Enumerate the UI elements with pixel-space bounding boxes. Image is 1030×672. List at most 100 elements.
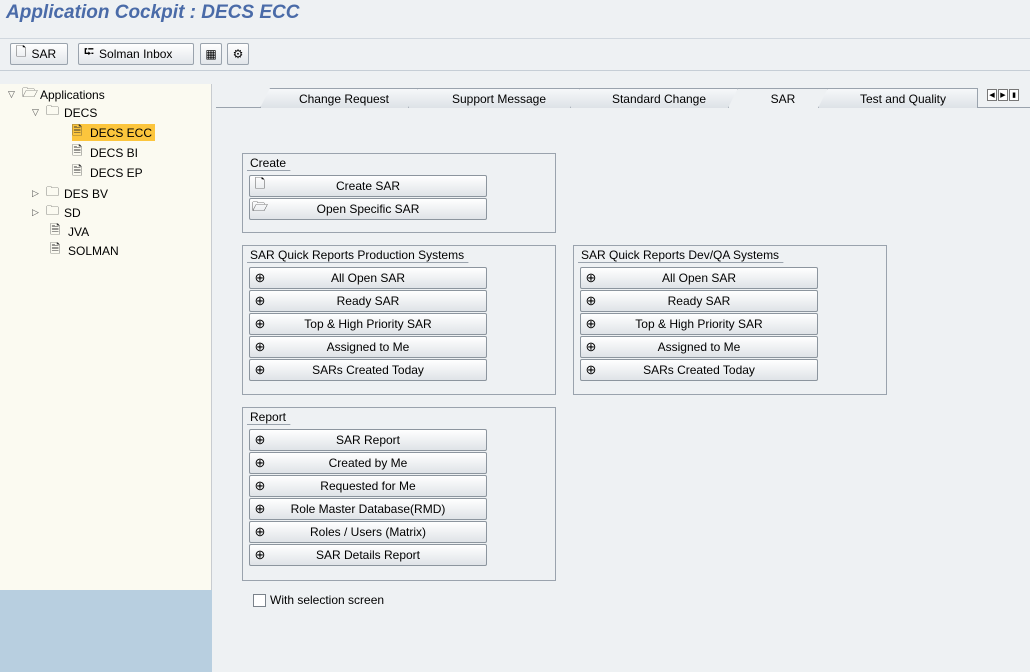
sar-report-button[interactable]: ⊕ SAR Report — [249, 429, 487, 451]
execute-icon: ⊕ — [254, 293, 266, 308]
tree-node-decs[interactable]: ▽ 🗀 DECS — [32, 102, 98, 121]
tree-node-decs-ep[interactable]: 🗎 DECS EP — [72, 162, 143, 181]
tree-node-label: SOLMAN — [68, 243, 119, 258]
collapse-toggle-icon[interactable]: ▷ — [32, 207, 46, 218]
group-title: SAR Quick Reports Production Systems — [247, 247, 478, 263]
tree-node-jva[interactable]: 🗎 JVA — [50, 222, 90, 240]
solman-inbox-button[interactable]: ⮓ Solman Inbox — [78, 43, 194, 65]
create-sar-button[interactable]: 🗋 Create SAR — [249, 175, 487, 197]
requested-for-me-button[interactable]: ⊕ Requested for Me — [249, 475, 487, 497]
execute-icon: ⊕ — [254, 501, 266, 516]
button-label: SAR Details Report — [315, 548, 421, 562]
tab-scroll-right-icon[interactable]: ▶ — [998, 89, 1008, 101]
group-title: SAR Quick Reports Dev/QA Systems — [578, 247, 793, 263]
devqa-top-high-priority-button[interactable]: ⊕ Top & High Priority SAR — [580, 313, 818, 335]
execute-icon: ⊕ — [254, 455, 266, 470]
tree-node-label: Applications — [40, 87, 105, 102]
prod-top-high-priority-button[interactable]: ⊕ Top & High Priority SAR — [249, 313, 487, 335]
button-label: Ready SAR — [667, 294, 731, 308]
toolbar: 🗋 SAR ⮓ Solman Inbox ▦ ⚙ — [0, 38, 1030, 68]
prod-all-open-sar-button[interactable]: ⊕ All Open SAR — [249, 267, 487, 289]
tree-node-applications[interactable]: ▽ 🗁 Applications — [8, 84, 105, 103]
button-label: Role Master Database(RMD) — [290, 502, 446, 516]
devqa-quick-reports-group: SAR Quick Reports Dev/QA Systems ⊕ All O… — [573, 245, 887, 395]
tree-node-sd[interactable]: ▷ 🗀 SD — [32, 203, 81, 221]
group-title: Report — [247, 409, 300, 425]
sar-details-report-button[interactable]: ⊕ SAR Details Report — [249, 544, 487, 566]
collapse-toggle-icon[interactable]: ▷ — [32, 188, 46, 199]
button-label: Open Specific SAR — [316, 202, 420, 216]
execute-icon: ⊕ — [254, 339, 266, 354]
tree-node-solman[interactable]: 🗎 SOLMAN — [50, 240, 119, 259]
execute-icon: ⊕ — [585, 293, 597, 308]
prod-ready-sar-button[interactable]: ⊕ Ready SAR — [249, 290, 487, 312]
tab-support-message[interactable]: Support Message — [408, 88, 580, 108]
devqa-ready-sar-button[interactable]: ⊕ Ready SAR — [580, 290, 818, 312]
expand-toggle-icon[interactable]: ▽ — [32, 107, 46, 118]
tab-change-request[interactable]: Change Request — [260, 88, 418, 108]
tab-navigation: ◀ ▶ ▮ — [987, 89, 1020, 101]
button-label: Assigned to Me — [326, 340, 410, 354]
tree-node-des-bv[interactable]: ▷ 🗀 DES BV — [32, 184, 108, 202]
document-icon: 🗎 — [72, 122, 83, 138]
page-title: Application Cockpit : DECS ECC — [6, 2, 300, 23]
report-group: Report ⊕ SAR Report ⊕ Created by Me ⊕ Re… — [242, 407, 556, 581]
tree-node-label: JVA — [68, 224, 90, 239]
layout-icon: ▦ — [205, 47, 217, 61]
tree-node-decs-ecc[interactable]: 🗎 DECS ECC — [72, 122, 156, 141]
created-by-me-button[interactable]: ⊕ Created by Me — [249, 452, 487, 474]
prod-created-today-button[interactable]: ⊕ SARs Created Today — [249, 359, 487, 381]
tab-standard-change[interactable]: Standard Change — [570, 88, 738, 108]
execute-icon: ⊕ — [254, 270, 266, 285]
roles-users-matrix-button[interactable]: ⊕ Roles / Users (Matrix) — [249, 521, 487, 543]
document-icon: 🗎 — [72, 162, 83, 178]
devqa-created-today-button[interactable]: ⊕ SARs Created Today — [580, 359, 818, 381]
tab-label: Change Request — [298, 91, 390, 106]
layout-icon-button[interactable]: ▦ — [200, 43, 222, 65]
solman-inbox-button-label: Solman Inbox — [99, 47, 173, 61]
devqa-all-open-sar-button[interactable]: ⊕ All Open SAR — [580, 267, 818, 289]
button-label: Top & High Priority SAR — [304, 317, 432, 331]
button-label: Create SAR — [335, 179, 401, 193]
prod-assigned-to-me-button[interactable]: ⊕ Assigned to Me — [249, 336, 487, 358]
checkbox-label: With selection screen — [270, 593, 385, 607]
tree-node-label: DECS — [64, 105, 98, 120]
tab-test-and-quality[interactable]: Test and Quality — [818, 88, 978, 108]
open-specific-sar-button[interactable]: 🗁 Open Specific SAR — [249, 198, 487, 220]
tree-node-decs-bi[interactable]: 🗎 DECS BI — [72, 143, 138, 161]
tab-label: SAR — [770, 91, 796, 106]
open-folder-icon: 🗁 — [251, 199, 269, 214]
sar-button[interactable]: 🗋 SAR — [10, 43, 68, 65]
button-label: All Open SAR — [330, 271, 406, 285]
devqa-assigned-to-me-button[interactable]: ⊕ Assigned to Me — [580, 336, 818, 358]
execute-icon: ⊕ — [585, 270, 597, 285]
execute-icon: ⊕ — [585, 339, 597, 354]
tab-sar[interactable]: SAR — [728, 88, 828, 108]
group-title: Create — [247, 155, 300, 171]
execute-icon: ⊕ — [585, 362, 597, 377]
selection-screen-checkbox[interactable] — [253, 593, 266, 607]
create-group: Create 🗋 Create SAR 🗁 Open Specific SAR — [242, 153, 556, 233]
folder-open-icon: 🗁 — [22, 84, 39, 100]
navigation-tree: ▽ 🗁 Applications ▽ 🗀 DECS 🗎 DECS ECC 🗎 D… — [0, 84, 212, 590]
button-label: SAR Report — [335, 433, 401, 447]
inbox-icon: ⮓ — [84, 44, 95, 59]
button-label: SARs Created Today — [643, 363, 755, 377]
execute-icon: ⊕ — [585, 316, 597, 331]
tab-label: Standard Change — [611, 91, 707, 106]
tab-scroll-left-icon[interactable]: ◀ — [987, 89, 997, 101]
refresh-icon-button[interactable]: ⚙ — [227, 43, 249, 65]
tab-list-icon[interactable]: ▮ — [1009, 89, 1019, 101]
tab-label: Test and Quality — [859, 91, 947, 106]
expand-toggle-icon[interactable]: ▽ — [8, 89, 22, 100]
tab-strip: Change Request Support Message Standard … — [230, 84, 1030, 108]
execute-icon: ⊕ — [254, 524, 266, 539]
button-label: Top & High Priority SAR — [635, 317, 763, 331]
document-icon: 🗎 — [50, 240, 61, 256]
button-label: Created by Me — [328, 456, 408, 470]
folder-icon: 🗀 — [46, 102, 60, 118]
selection-screen-option[interactable]: With selection screen — [253, 593, 384, 607]
button-label: Ready SAR — [336, 294, 400, 308]
role-master-database-button[interactable]: ⊕ Role Master Database(RMD) — [249, 498, 487, 520]
execute-icon: ⊕ — [254, 432, 266, 447]
